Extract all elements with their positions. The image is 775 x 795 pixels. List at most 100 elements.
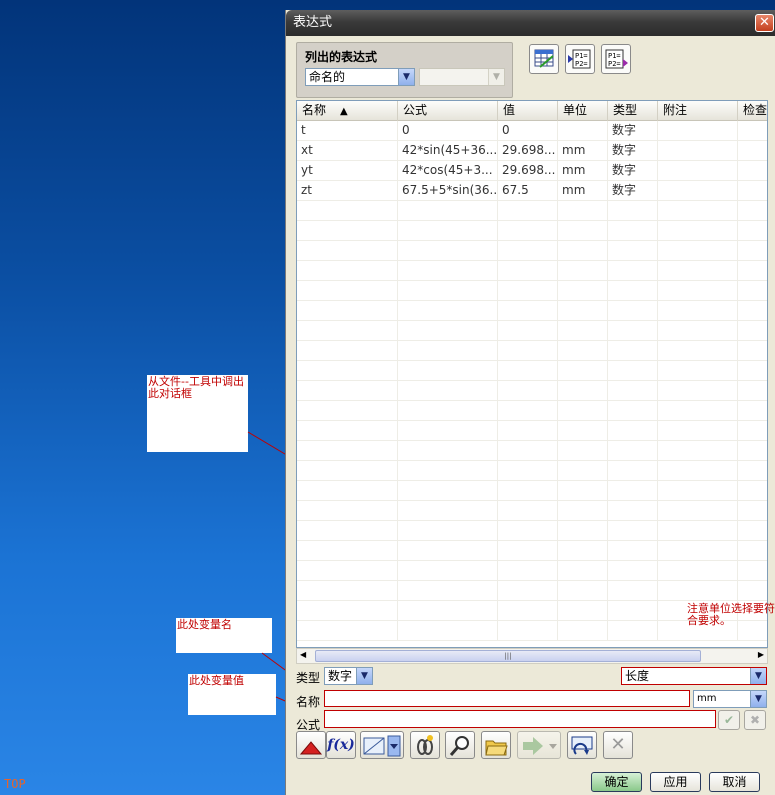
table-cell [658,581,738,601]
empty-table-row[interactable] [297,401,767,421]
empty-table-row[interactable] [297,341,767,361]
table-cell [738,201,767,221]
table-cell [608,341,658,361]
dialog-titlebar[interactable]: 表达式 ✕ [286,10,775,36]
empty-table-row[interactable] [297,301,767,321]
table-row[interactable]: xt 42*sin(45+36... 29.698... mm 数字 [297,141,767,161]
table-cell [297,421,398,441]
column-header-comment[interactable]: 附注 [658,101,738,121]
column-header-check[interactable]: 检查 [738,101,767,121]
table-cell [738,481,767,501]
empty-table-row[interactable] [297,321,767,341]
open-file-button[interactable] [481,731,511,759]
table-cell [608,621,658,641]
scroll-right-icon[interactable]: ▶ [758,650,764,659]
formula-input[interactable] [324,710,716,728]
delete-expression-button[interactable] [296,731,326,759]
empty-table-row[interactable] [297,221,767,241]
table-cell [658,461,738,481]
table-cell [658,521,738,541]
unit-value: mm [697,693,717,704]
empty-table-row[interactable] [297,561,767,581]
empty-table-row[interactable] [297,421,767,441]
table-cell [398,321,498,341]
apply-button[interactable]: 应用 [650,772,701,792]
measure-dropdown-button[interactable] [360,731,404,759]
unit-select[interactable]: mm ▼ [693,690,767,708]
ok-button[interactable]: 确定 [591,772,642,792]
import-p1p2-icon: P1=P2= [568,49,591,69]
table-cell [398,541,498,561]
empty-table-row[interactable] [297,201,767,221]
chevron-down-icon: ▼ [488,69,504,85]
table-cell [498,381,558,401]
delete-x-icon: ✕ [610,734,626,755]
find-button[interactable] [445,731,475,759]
table-cell [558,561,608,581]
table-cell [297,601,398,621]
column-header-name[interactable]: 名称 ▲ [297,101,398,121]
table-cell [558,321,608,341]
table-cell [498,501,558,521]
table-cell: t [297,121,398,141]
empty-table-row[interactable] [297,381,767,401]
table-cell [558,401,608,421]
empty-table-row[interactable] [297,541,767,561]
scroll-left-icon[interactable]: ◀ [300,650,306,659]
empty-table-row[interactable] [297,521,767,541]
folder-icon [485,740,508,756]
list-filter-select[interactable]: 命名的 ▼ [305,68,415,86]
table-cell [658,221,738,241]
dimension-select[interactable]: 长度 ▼ [621,667,767,685]
table-row[interactable]: zt 67.5+5*sin(36... 67.5 mm 数字 [297,181,767,201]
table-cell [297,441,398,461]
empty-table-row[interactable] [297,581,767,601]
reference-link-button[interactable] [410,731,440,759]
horizontal-scrollbar[interactable]: ◀ ||| ▶ [296,648,768,664]
table-row[interactable]: yt 42*cos(45+3... 29.698... mm 数字 [297,161,767,181]
export-expressions-button[interactable]: P1= P2= [601,44,631,74]
chevron-down-icon: ▼ [750,691,766,707]
table-cell: xt [297,141,398,161]
empty-table-row[interactable] [297,501,767,521]
import-expressions-button[interactable]: P1= P2= [565,44,595,74]
type-select[interactable]: 数字 ▼ [324,667,373,685]
column-header-formula[interactable]: 公式 [398,101,498,121]
column-header-type[interactable]: 类型 [608,101,658,121]
table-cell [738,161,767,181]
empty-table-row[interactable] [297,441,767,461]
table-cell [558,281,608,301]
refresh-link-button[interactable] [567,731,597,759]
table-cell [738,381,767,401]
table-cell [498,521,558,541]
table-cell [498,581,558,601]
expressions-table[interactable]: 名称 ▲ 公式 值 单位 类型 附注 检查 t 0 0 数字 xt 42*sin(45+36… [296,100,768,648]
insert-function-button[interactable]: f(x) [326,731,356,759]
scrollbar-thumb[interactable]: ||| [315,650,701,662]
table-cell [297,581,398,601]
table-cell: 29.698... [498,141,558,161]
table-cell [738,581,767,601]
table-cell [558,541,608,561]
table-cell: yt [297,161,398,181]
name-input[interactable] [324,690,690,707]
table-cell [498,221,558,241]
empty-table-row[interactable] [297,361,767,381]
chevron-down-icon: ▼ [750,668,766,684]
empty-table-row[interactable] [297,481,767,501]
empty-table-row[interactable] [297,281,767,301]
empty-table-row[interactable] [297,261,767,281]
empty-table-row[interactable] [297,241,767,261]
table-cell: mm [558,161,608,181]
table-cell [558,441,608,461]
empty-table-row[interactable] [297,461,767,481]
spreadsheet-edit-button[interactable] [529,44,559,74]
close-button[interactable]: ✕ [755,14,774,32]
column-header-value[interactable]: 值 [498,101,558,121]
table-cell [658,281,738,301]
column-header-unit[interactable]: 单位 [558,101,608,121]
table-cell [498,441,558,461]
cancel-button[interactable]: 取消 [709,772,760,792]
table-row[interactable]: t 0 0 数字 [297,121,767,141]
list-filter-value: 命名的 [309,70,346,84]
